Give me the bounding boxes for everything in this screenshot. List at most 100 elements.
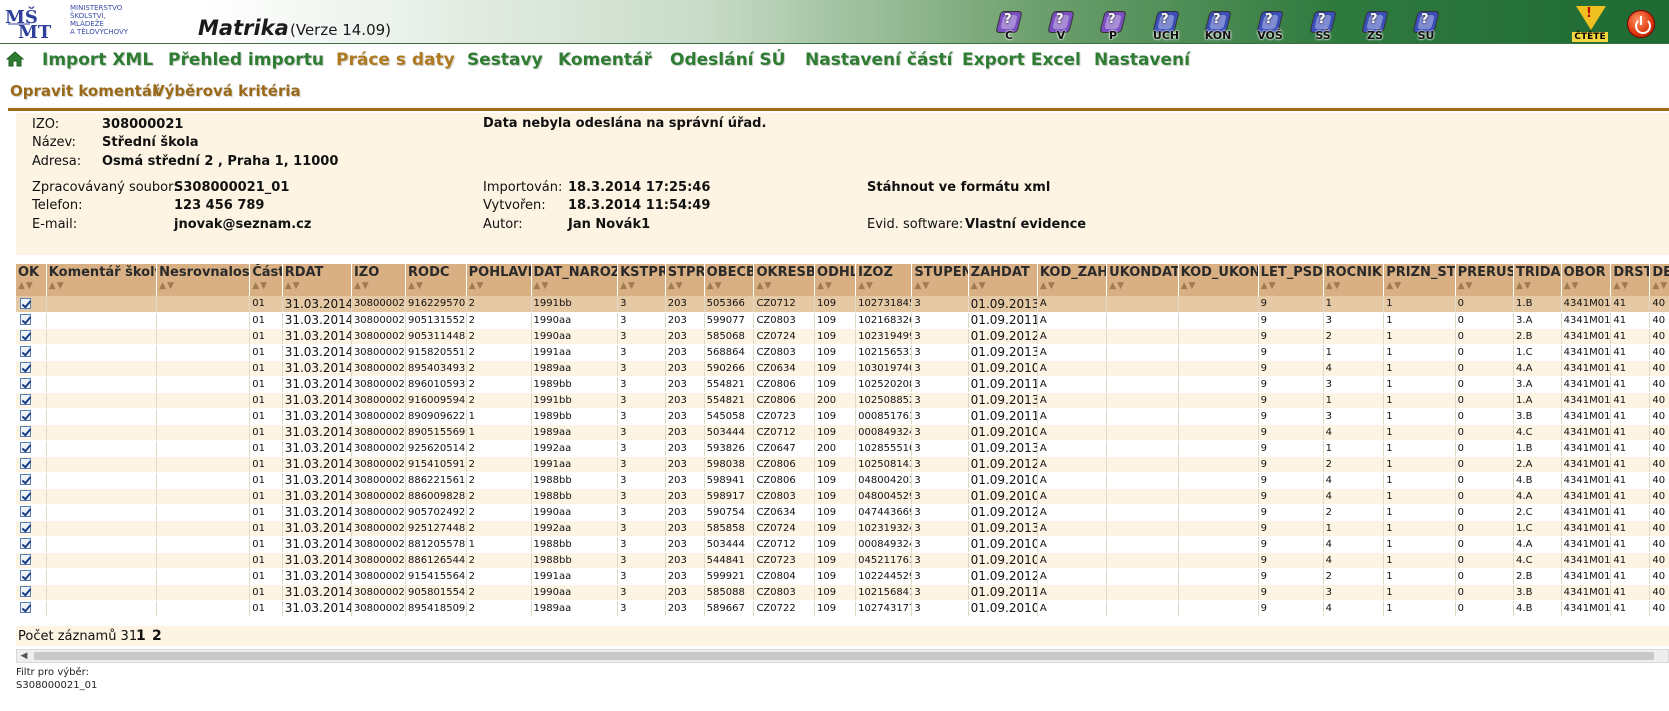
help-sš-button[interactable]: ? SŠ	[1306, 9, 1340, 43]
sort-arrows-icon[interactable]: ▲▼	[1516, 281, 1559, 291]
sort-arrows-icon[interactable]: ▲▼	[1386, 281, 1452, 291]
nav-export-excel[interactable]: Export Excel	[962, 50, 1081, 70]
ok-checkbox[interactable]	[20, 570, 31, 582]
sort-arrows-icon[interactable]: ▲▼	[858, 281, 909, 291]
column-header-drst[interactable]: DRST ▲▼	[1610, 264, 1651, 296]
column-header-prizn-st[interactable]: PRIZN_ST ▲▼	[1383, 264, 1456, 296]
sort-arrows-icon[interactable]: ▲▼	[914, 281, 965, 291]
ok-checkbox[interactable]	[20, 474, 31, 486]
table-row[interactable]: 01 31.03.2014 308000021 9251274483 2 1992aa 3 2…	[16, 520, 1669, 537]
column-header-dat-naroz[interactable]: DAT_NAROZ ▲▼	[531, 264, 619, 296]
scroll-left-arrow-icon[interactable]: ◀	[17, 650, 31, 662]
column-header-pohlavi[interactable]: POHLAVI ▲▼	[466, 264, 532, 296]
column-header-komentar[interactable]: Komentář školy ▲▼	[46, 264, 158, 296]
ok-checkbox[interactable]	[20, 314, 31, 326]
nav-nastaveni[interactable]: Nastavení	[1094, 50, 1190, 70]
ok-checkbox[interactable]	[20, 410, 31, 422]
ok-checkbox[interactable]	[20, 378, 31, 390]
table-row[interactable]: 01 31.03.2014 308000021 8860098280 2 1988bb 3 2…	[16, 488, 1669, 505]
ok-checkbox[interactable]	[20, 458, 31, 470]
column-header-nesrovnalost[interactable]: Nesrovnalost ▲▼	[156, 264, 251, 296]
ok-checkbox[interactable]	[20, 586, 31, 598]
subnav-vyberova-kriteria[interactable]: Výběrová kritéria	[153, 82, 301, 100]
table-row[interactable]: 01 31.03.2014 308000021 9057024922 2 1990aa 3 2…	[16, 504, 1669, 521]
help-voš-button[interactable]: ? VOŠ	[1253, 9, 1287, 43]
sort-arrows-icon[interactable]: ▲▼	[252, 281, 279, 291]
column-header-izo[interactable]: IZO ▲▼	[351, 264, 407, 296]
table-row[interactable]: 01 31.03.2014 308000021 9051315526 2 1990aa 3 2…	[16, 312, 1669, 329]
download-xml-link[interactable]: Stáhnout ve formátu xml	[867, 180, 1050, 195]
column-header-stupen[interactable]: STUPEN ▲▼	[911, 264, 969, 296]
sort-arrows-icon[interactable]: ▲▼	[620, 281, 663, 291]
sort-arrows-icon[interactable]: ▲▼	[469, 281, 529, 291]
horizontal-scrollbar[interactable]: ◀	[16, 649, 1669, 663]
table-row[interactable]: 01 31.03.2014 308000021 8812055780 1 1988bb 3 2…	[16, 536, 1669, 553]
help-su-button[interactable]: ? SU	[1409, 9, 1443, 43]
help-v-button[interactable]: ? V	[1044, 9, 1078, 43]
column-header-stpr[interactable]: STPR ▲▼	[665, 264, 705, 296]
sort-arrows-icon[interactable]: ▲▼	[408, 281, 464, 291]
nav-nastaveni-casti[interactable]: Nastavení částí	[805, 50, 953, 70]
sort-arrows-icon[interactable]: ▲▼	[668, 281, 702, 291]
column-header-ukondat[interactable]: UKONDAT ▲▼	[1106, 264, 1179, 296]
ok-checkbox[interactable]	[20, 538, 31, 550]
table-row[interactable]: 01 31.03.2014 308000021 9162295703 2 1991bb 3 2…	[16, 296, 1669, 313]
scrollbar-thumb[interactable]	[34, 652, 1654, 660]
table-row[interactable]: 01 31.03.2014 308000021 8862215615 2 1988bb 3 2…	[16, 472, 1669, 489]
sort-arrows-icon[interactable]: ▲▼	[707, 281, 752, 291]
column-header-delst[interactable]: DELST▲▼	[1649, 264, 1669, 296]
table-row[interactable]: 01 31.03.2014 308000021 9256205145 2 1992aa 3 2…	[16, 440, 1669, 457]
ok-checkbox[interactable]	[20, 394, 31, 406]
sort-arrows-icon[interactable]: ▲▼	[756, 281, 812, 291]
column-header-izoz[interactable]: IZOZ ▲▼	[855, 264, 913, 296]
column-header-rodc[interactable]: RODC ▲▼	[405, 264, 467, 296]
table-row[interactable]: 01 31.03.2014 308000021 9154105917 2 1991aa 3 2…	[16, 456, 1669, 473]
column-header-zahdat[interactable]: ZAHDAT ▲▼	[968, 264, 1038, 296]
table-row[interactable]: 01 31.03.2014 308000021 8905155699 1 1989aa 3 2…	[16, 424, 1669, 441]
column-header-kstpr[interactable]: KSTPR ▲▼	[617, 264, 666, 296]
subnav-opravit-komentar[interactable]: Opravit komentář	[10, 82, 159, 100]
sort-arrows-icon[interactable]: ▲▼	[354, 281, 403, 291]
ok-checkbox[interactable]	[20, 362, 31, 374]
ok-checkbox[interactable]	[20, 490, 31, 502]
page-link-2[interactable]: 2	[152, 628, 162, 644]
column-header-kod-ukon[interactable]: KOD_UKON ▲▼	[1178, 264, 1259, 296]
logout-power-icon[interactable]	[1627, 10, 1655, 38]
help-kon-button[interactable]: ? KON	[1201, 9, 1235, 43]
nav-komentar[interactable]: Komentář	[558, 50, 652, 70]
sort-arrows-icon[interactable]: ▲▼	[49, 281, 154, 291]
column-header-okresb[interactable]: OKRESB ▲▼	[753, 264, 816, 296]
nav-import-xml[interactable]: Import XML	[42, 50, 153, 70]
sort-arrows-icon[interactable]: ▲▼	[1040, 281, 1104, 291]
sort-arrows-icon[interactable]: ▲▼	[817, 281, 853, 291]
ok-checkbox[interactable]	[20, 346, 31, 358]
sort-arrows-icon[interactable]: ▲▼	[534, 281, 616, 291]
table-row[interactable]: 01 31.03.2014 308000021 9160095945 2 1991bb 3 2…	[16, 392, 1669, 409]
nav-prace-s-daty[interactable]: Práce s daty	[336, 50, 455, 70]
help-uch-button[interactable]: ? UCH	[1149, 9, 1183, 43]
column-header-prerus[interactable]: PRERUS ▲▼	[1455, 264, 1515, 296]
table-row[interactable]: 01 31.03.2014 308000021 9154155648 2 1991aa 3 2…	[16, 568, 1669, 585]
column-header-rocnik[interactable]: ROCNIK ▲▼	[1323, 264, 1385, 296]
sort-arrows-icon[interactable]: ▲▼	[285, 281, 349, 291]
ok-checkbox[interactable]	[20, 554, 31, 566]
ok-checkbox[interactable]	[20, 522, 31, 534]
sort-arrows-icon[interactable]: ▲▼	[971, 281, 1035, 291]
home-icon[interactable]	[6, 51, 24, 67]
column-header-cast[interactable]: Část ▲▼	[249, 264, 283, 296]
table-row[interactable]: 01 31.03.2014 308000021 8954185097 2 1989aa 3 2…	[16, 600, 1669, 617]
sort-arrows-icon[interactable]: ▲▼	[18, 281, 44, 291]
help-p-button[interactable]: ? P	[1096, 9, 1130, 43]
sort-arrows-icon[interactable]: ▲▼	[1326, 281, 1382, 291]
ok-checkbox[interactable]	[20, 298, 31, 309]
table-row[interactable]: 01 31.03.2014 308000021 9053114488 2 1990aa 3 2…	[16, 328, 1669, 345]
data-table-container[interactable]: OK ▲▼ Komentář školy ▲▼ Nesrovnalost ▲▼ Část ▲▼…	[16, 264, 1669, 626]
page-link-1[interactable]: 1	[136, 628, 146, 644]
ok-checkbox[interactable]	[20, 602, 31, 614]
nav-odeslani-su[interactable]: Odeslání SÚ	[670, 50, 785, 70]
nav-prehled-importu[interactable]: Přehled importu	[168, 50, 324, 70]
nav-sestavy[interactable]: Sestavy	[467, 50, 543, 70]
sort-arrows-icon[interactable]: ▲▼	[1564, 281, 1609, 291]
column-header-ok[interactable]: OK ▲▼	[16, 264, 47, 296]
column-header-trida[interactable]: TRIDA ▲▼	[1513, 264, 1562, 296]
